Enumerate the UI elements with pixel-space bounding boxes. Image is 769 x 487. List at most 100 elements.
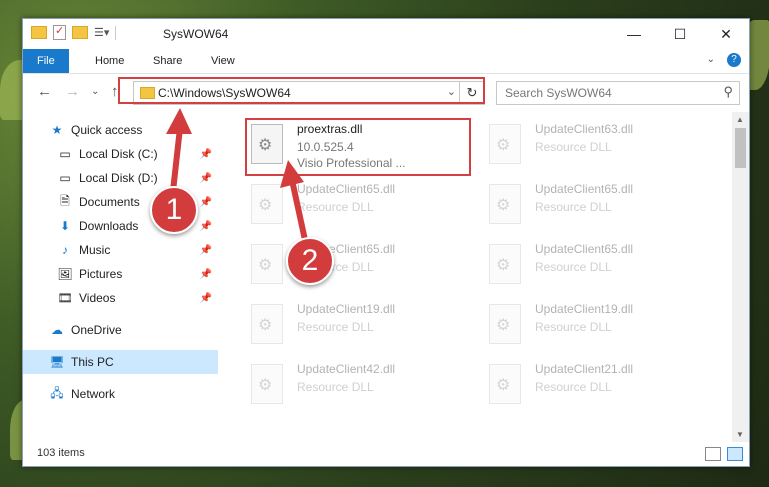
drive-icon: ▭ bbox=[59, 171, 71, 185]
status-bar: 103 items bbox=[23, 442, 749, 466]
sidebar-item-pictures[interactable]: 🖼 Pictures 📌 bbox=[23, 262, 218, 286]
file-description: Resource DLL bbox=[535, 320, 612, 334]
music-icon: ♪ bbox=[62, 243, 68, 257]
back-arrow-icon[interactable]: ← bbox=[37, 83, 52, 100]
scroll-down-icon[interactable]: ▼ bbox=[736, 430, 744, 439]
tiles-view-icon[interactable] bbox=[727, 447, 743, 461]
search-icon[interactable]: ⚲ bbox=[723, 84, 733, 100]
sidebar-item-label: This PC bbox=[71, 355, 114, 369]
computer-icon: 🖥 bbox=[49, 355, 65, 369]
dll-gear-icon bbox=[489, 364, 521, 404]
sidebar-item-label: OneDrive bbox=[71, 323, 122, 337]
dll-gear-icon bbox=[251, 244, 283, 284]
recent-locations-icon[interactable]: ⌄ bbox=[91, 86, 99, 97]
dll-gear-icon bbox=[489, 124, 521, 164]
file-tile[interactable]: UpdateClient21.dll Resource DLL bbox=[481, 358, 706, 410]
sidebar-item-network[interactable]: 🖧 Network bbox=[23, 382, 218, 406]
close-button[interactable]: ✕ bbox=[703, 19, 749, 49]
sidebar-item-local-disk-d[interactable]: ▭ Local Disk (D:) 📌 bbox=[23, 166, 218, 190]
tab-share[interactable]: Share bbox=[139, 49, 196, 73]
forward-arrow-icon[interactable]: → bbox=[65, 83, 80, 100]
file-tile[interactable]: UpdateClient63.dll Resource DLL bbox=[481, 118, 706, 170]
sidebar-item-quick-access[interactable]: ★ Quick access bbox=[23, 118, 218, 142]
new-folder-icon[interactable] bbox=[72, 26, 88, 39]
scroll-up-icon[interactable]: ▲ bbox=[736, 115, 744, 124]
file-tile[interactable]: UpdateClient65.dll Resource DLL bbox=[243, 238, 468, 290]
file-tile[interactable]: UpdateClient65.dll Resource DLL bbox=[481, 238, 706, 290]
file-name: UpdateClient63.dll bbox=[535, 122, 634, 136]
file-description: Resource DLL bbox=[535, 200, 612, 214]
file-name: UpdateClient65.dll bbox=[297, 182, 396, 196]
minimize-button[interactable]: — bbox=[611, 19, 657, 49]
navigation-pane: ★ Quick access ▭ Local Disk (C:) 📌 ▭ Loc… bbox=[23, 114, 218, 434]
dll-gear-icon bbox=[251, 184, 283, 224]
window-controls: — ☐ ✕ bbox=[611, 19, 749, 49]
pin-icon[interactable]: 📌 bbox=[200, 245, 212, 256]
file-name: UpdateClient65.dll bbox=[535, 182, 634, 196]
file-highlight-box bbox=[245, 118, 471, 176]
vertical-scrollbar[interactable]: ▲ ▼ bbox=[732, 112, 749, 442]
file-description: Resource DLL bbox=[297, 380, 374, 394]
sidebar-item-label: Network bbox=[71, 387, 116, 401]
pin-icon[interactable]: 📌 bbox=[200, 149, 212, 160]
pin-icon[interactable]: 📌 bbox=[200, 173, 212, 184]
quick-access-toolbar: ☰▾ bbox=[31, 24, 117, 40]
maximize-button[interactable]: ☐ bbox=[657, 19, 703, 49]
file-description: Resource DLL bbox=[297, 320, 374, 334]
file-description: Resource DLL bbox=[535, 380, 612, 394]
help-icon[interactable]: ? bbox=[727, 53, 741, 67]
tab-view[interactable]: View bbox=[197, 49, 249, 73]
scrollbar-thumb[interactable] bbox=[735, 128, 746, 168]
sidebar-item-label: Videos bbox=[79, 291, 116, 305]
pin-icon[interactable]: 📌 bbox=[200, 197, 212, 208]
search-box[interactable]: Search SysWOW64 ⚲ bbox=[496, 81, 740, 105]
pin-icon[interactable]: 📌 bbox=[200, 269, 212, 280]
dll-gear-icon bbox=[489, 244, 521, 284]
ribbon-tabs: File Home Share View ⌄ ? bbox=[23, 49, 749, 74]
sidebar-item-label: Pictures bbox=[79, 267, 123, 281]
file-description: Resource DLL bbox=[535, 260, 612, 274]
file-name: UpdateClient19.dll bbox=[535, 302, 634, 316]
pin-icon[interactable]: 📌 bbox=[200, 221, 212, 232]
folder-icon[interactable] bbox=[31, 26, 47, 39]
sidebar-item-label: Downloads bbox=[79, 219, 139, 233]
sidebar-item-label: Local Disk (C:) bbox=[79, 147, 158, 161]
videos-icon: 🎞 bbox=[57, 291, 73, 305]
file-name: UpdateClient42.dll bbox=[297, 362, 396, 376]
customize-icon[interactable]: ☰▾ bbox=[94, 26, 109, 39]
file-name: UpdateClient65.dll bbox=[535, 242, 634, 256]
tab-home[interactable]: Home bbox=[81, 49, 138, 73]
pin-icon[interactable]: 📌 bbox=[200, 293, 212, 304]
dll-gear-icon bbox=[251, 304, 283, 344]
sidebar-item-local-disk-c[interactable]: ▭ Local Disk (C:) 📌 bbox=[23, 142, 218, 166]
explorer-window: ☰▾ SysWOW64 — ☐ ✕ File Home Share View ⌄… bbox=[22, 18, 750, 467]
sidebar-item-music[interactable]: ♪ Music 📌 bbox=[23, 238, 218, 262]
title-bar: ☰▾ SysWOW64 — ☐ ✕ bbox=[23, 19, 749, 49]
network-icon: 🖧 bbox=[50, 385, 64, 400]
cloud-icon: ☁ bbox=[51, 323, 63, 337]
address-highlight-box bbox=[118, 77, 485, 104]
pictures-icon: 🖼 bbox=[57, 267, 73, 281]
drive-icon: ▭ bbox=[59, 147, 71, 161]
dll-gear-icon bbox=[489, 184, 521, 224]
file-tile[interactable]: UpdateClient65.dll Resource DLL bbox=[481, 178, 706, 230]
file-name: UpdateClient19.dll bbox=[297, 302, 396, 316]
window-title: SysWOW64 bbox=[163, 27, 229, 41]
details-view-icon[interactable] bbox=[705, 447, 721, 461]
item-count: 103 items bbox=[37, 447, 85, 459]
download-icon: ⬇ bbox=[59, 219, 71, 233]
file-tile[interactable]: UpdateClient42.dll Resource DLL bbox=[243, 358, 468, 410]
separator bbox=[115, 25, 117, 40]
expand-ribbon-icon[interactable]: ⌄ bbox=[707, 54, 715, 65]
file-tile[interactable]: UpdateClient19.dll Resource DLL bbox=[481, 298, 706, 350]
star-icon: ★ bbox=[51, 123, 63, 137]
sidebar-item-onedrive[interactable]: ☁ OneDrive bbox=[23, 318, 218, 342]
file-tile[interactable]: UpdateClient19.dll Resource DLL bbox=[243, 298, 468, 350]
dll-gear-icon bbox=[251, 364, 283, 404]
sidebar-item-this-pc[interactable]: 🖥 This PC bbox=[23, 350, 218, 374]
tab-file[interactable]: File bbox=[23, 49, 69, 73]
file-tile[interactable]: UpdateClient65.dll Resource DLL bbox=[243, 178, 468, 230]
sidebar-item-videos[interactable]: 🎞 Videos 📌 bbox=[23, 286, 218, 310]
search-placeholder[interactable]: Search SysWOW64 bbox=[505, 86, 612, 100]
properties-icon[interactable] bbox=[53, 24, 66, 40]
